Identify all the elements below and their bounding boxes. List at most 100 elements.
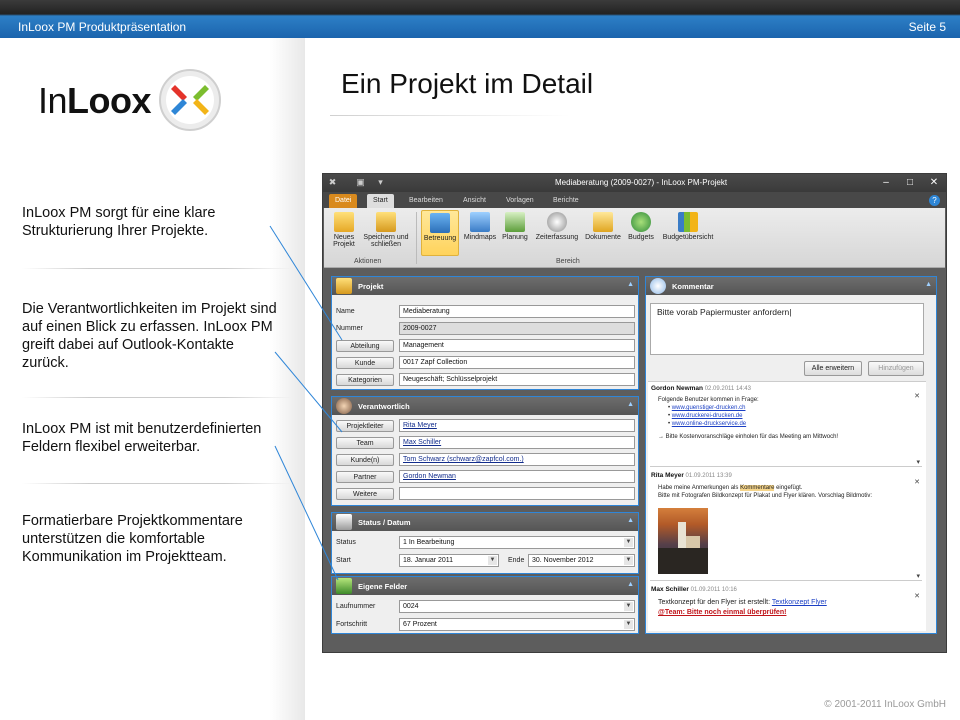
collapse-comment-icon[interactable]: ▾ (916, 572, 920, 580)
team-button[interactable]: Team (336, 437, 394, 449)
comment-link[interactable]: www.druckerei-drucken.de (672, 413, 743, 419)
dokumente-label: Dokumente (585, 234, 621, 241)
new-project-button[interactable]: Neues Projekt (330, 210, 358, 256)
add-comment-button[interactable]: Hinzufügen (868, 361, 924, 376)
chevron-down-icon[interactable]: ▼ (488, 556, 497, 565)
kategorien-button[interactable]: Kategorien (336, 374, 394, 386)
partner-button[interactable]: Partner (336, 471, 394, 483)
projektleiter-button[interactable]: Projektleiter (336, 420, 394, 432)
tab-bearbeiten[interactable]: Bearbeiten (403, 194, 449, 208)
minimize-icon[interactable]: – (879, 176, 893, 189)
abteilung-field[interactable]: Management (399, 339, 635, 352)
clock-icon (547, 212, 567, 232)
laufnummer-field[interactable]: 0024 ▼ (399, 600, 635, 613)
close-icon[interactable]: ✕ (927, 176, 941, 189)
budgetuebersicht-button[interactable]: Budgetübersicht (659, 210, 717, 256)
name-field[interactable]: Mediaberatung (399, 305, 635, 318)
customize-icon[interactable]: ▾ (375, 177, 386, 188)
comment-date: 01.09.2011 10:16 (690, 587, 737, 593)
projekt-header[interactable]: Projekt ▲ (332, 277, 638, 295)
kunden-field[interactable]: Tom Schwarz (schwarz@zapfcol.com.) (399, 453, 635, 466)
status-title: Status / Datum (358, 518, 411, 527)
bullet-structure: InLoox PM sorgt für eine klare Strukturi… (22, 205, 216, 239)
speech-bubble-icon (650, 278, 666, 294)
budget-icon (631, 212, 651, 232)
app-menu-icon[interactable]: ✖ (327, 177, 338, 188)
projektleiter-field[interactable]: Rita Meyer (399, 419, 635, 432)
chevron-down-icon[interactable]: ▼ (624, 620, 633, 629)
copyright: © 2001-2011 InLoox GmbH (824, 699, 946, 710)
comment-input[interactable]: Bitte vorab Papiermuster anfordern| (650, 303, 924, 355)
highlighted-text: Kommentare (740, 485, 775, 491)
team-field[interactable]: Max Schiller (399, 436, 635, 449)
list-item: • www.druckerei-drucken.de (668, 413, 743, 419)
weitere-field[interactable] (399, 487, 635, 500)
kommentar-header[interactable]: Kommentar ▲ (646, 277, 936, 295)
collapse-icon[interactable]: ▲ (627, 517, 634, 524)
collapse-icon[interactable]: ▲ (627, 281, 634, 288)
text-cursor: | (789, 307, 792, 317)
maximize-icon[interactable]: □ (903, 176, 917, 189)
verantwortlich-panel: Verantwortlich ▲ Projektleiter Rita Meye… (331, 396, 639, 506)
comment-link[interactable]: Textkonzept Flyer (772, 599, 827, 606)
fortschritt-field[interactable]: 67 Prozent ▼ (399, 618, 635, 631)
dokumente-button[interactable]: Dokumente (583, 210, 623, 256)
ende-label: Ende (508, 557, 525, 564)
planung-label: Planung (502, 234, 528, 241)
tab-datei[interactable]: Datei (329, 194, 358, 208)
lighthouse-photo (658, 508, 708, 574)
eigene-felder-panel: Eigene Felder ▲ Laufnummer 0024 ▼ Fortsc… (331, 576, 639, 634)
group-separator (416, 212, 417, 264)
help-icon[interactable]: ? (929, 195, 940, 206)
start-date-value: 18. Januar 2011 (403, 557, 454, 564)
comment-link[interactable]: www.online-druckservice.de (672, 421, 746, 427)
app-window: ✖ ▣ ▾ Mediaberatung (2009-0027) - InLoox… (322, 173, 947, 653)
tab-berichte[interactable]: Berichte (547, 194, 585, 208)
collapse-icon[interactable]: ▲ (925, 281, 932, 288)
collapse-icon[interactable]: ▲ (627, 401, 634, 408)
comment-link[interactable]: www.guenstiger-drucken.ch (672, 405, 746, 411)
betreuung-button[interactable]: Betreuung (421, 210, 459, 256)
save-icon[interactable]: ▣ (355, 177, 366, 188)
start-date-field[interactable]: 18. Januar 2011 ▼ (399, 554, 499, 567)
kommentar-title: Kommentar (672, 282, 714, 291)
collapse-icon[interactable]: ▲ (627, 581, 634, 588)
comment-text: Folgende Benutzer kommen in Frage: (658, 397, 759, 403)
mindmaps-button[interactable]: Mindmaps (463, 210, 497, 256)
zeiterfassung-button[interactable]: Zeiterfassung (533, 210, 581, 256)
weitere-button[interactable]: Weitere (336, 488, 394, 500)
divider (22, 397, 292, 398)
ribbon: Neues Projekt Speichern und schließen Ak… (324, 208, 945, 268)
start-label: Start (336, 557, 351, 564)
expand-all-button[interactable]: Alle erweitern (804, 361, 862, 376)
kunde-button[interactable]: Kunde (336, 357, 394, 369)
chevron-down-icon[interactable]: ▼ (624, 602, 633, 611)
rocks (658, 548, 708, 574)
collapse-comment-icon[interactable]: ▾ (916, 458, 920, 466)
tab-vorlagen[interactable]: Vorlagen (500, 194, 540, 208)
kunden-button[interactable]: Kunde(n) (336, 454, 394, 466)
save-close-button[interactable]: Speichern und schließen (360, 210, 412, 256)
end-date-field[interactable]: 30. November 2012 ▼ (528, 554, 635, 567)
comment-text-part: Habe meine Anmerkungen als (658, 485, 739, 491)
chevron-down-icon[interactable]: ▼ (624, 538, 633, 547)
budgets-button[interactable]: Budgets (625, 210, 657, 256)
slide-header-bar: InLoox PM Produktpräsentation Seite 5 (0, 0, 960, 38)
status-select[interactable]: 1 In Bearbeitung ▼ (399, 536, 635, 549)
tab-start[interactable]: Start (367, 194, 394, 208)
kunde-field[interactable]: 0017 Zapf Collection (399, 356, 635, 369)
kategorien-field[interactable]: Neugeschäft; Schlüsselprojekt (399, 373, 635, 386)
verantwortlich-header[interactable]: Verantwortlich ▲ (332, 397, 638, 415)
comment-header: Gordon Newman 02.09.2011 14:43 (651, 385, 751, 392)
status-header[interactable]: Status / Datum ▲ (332, 513, 638, 531)
status-label: Status (336, 539, 356, 546)
new-project-label: Neues Projekt (333, 234, 355, 248)
eigene-felder-header[interactable]: Eigene Felder ▲ (332, 577, 638, 595)
chevron-down-icon[interactable]: ▼ (624, 556, 633, 565)
link-list: • www.guenstiger-drucken.ch • www.drucke… (658, 404, 920, 428)
tab-ansicht[interactable]: Ansicht (457, 194, 492, 208)
partner-field[interactable]: Gordon Newman (399, 470, 635, 483)
abteilung-button[interactable]: Abteilung (336, 340, 394, 352)
comment-date: 01.09.2011 13:39 (685, 473, 732, 479)
planung-button[interactable]: Planung (500, 210, 530, 256)
